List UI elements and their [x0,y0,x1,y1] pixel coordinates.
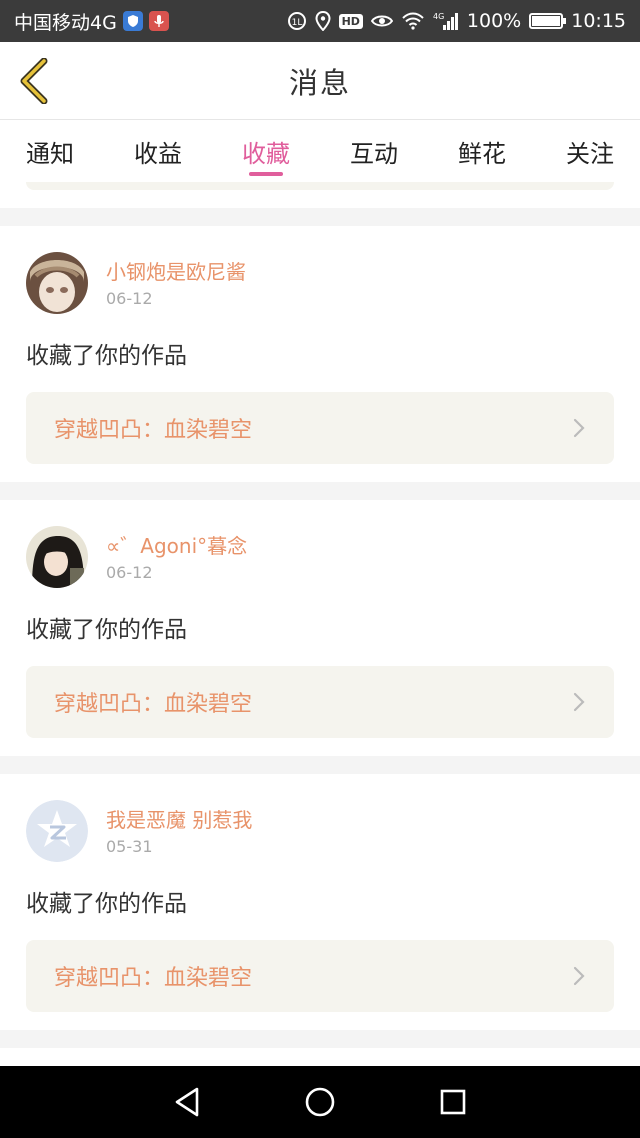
battery-percent: 100% [466,10,522,32]
username[interactable]: 小钢炮是欧尼酱 [106,259,246,285]
chevron-right-icon [573,966,585,986]
nav-recents-button[interactable] [433,1082,473,1122]
hd-voice-icon: HD [338,13,363,29]
work-title: 穿越凹凸：血染碧空 [54,692,253,717]
square-recents-icon [441,1089,466,1115]
svg-text:1L: 1L [291,18,302,28]
microphone-icon [148,11,169,31]
nav-back-button[interactable] [167,1082,207,1122]
tab-label: 通知 [26,140,74,168]
tab-follows[interactable]: 关注 [566,120,614,182]
tab-label: 收藏 [242,140,290,168]
back-button[interactable] [16,57,52,105]
chevron-right-icon [573,692,585,712]
system-nav-bar [0,1066,640,1138]
qq-default-avatar [26,800,88,862]
list-item: @ [0,1048,640,1066]
message-text: 收藏了你的作品 [26,343,187,369]
tab-flowers[interactable]: 鲜花 [458,120,506,182]
list-item: 小钢炮是欧尼酱 06-12 收藏了你的作品 穿越凹凸：血染碧空 [0,226,640,482]
status-bar: 中国移动4G 1L HD 4G 100% 10:15 [0,0,640,42]
app-header: 消息 [0,42,640,120]
network-type-label: 4G [433,12,444,21]
shield-icon [122,11,143,31]
battery-level [532,16,561,26]
battery-icon [529,13,567,29]
work-link[interactable]: 穿越凹凸：血染碧空 [26,392,614,464]
avatar[interactable] [26,252,88,314]
username[interactable]: 我是恶魔 别惹我 [106,807,252,833]
work-link[interactable]: 穿越凹凸：血染碧空 [26,666,614,738]
avatar[interactable] [26,800,88,862]
message-date: 06-12 [106,288,153,308]
previous-work-link-tail [26,182,614,190]
active-tab-indicator [249,172,283,176]
nav-home-button[interactable] [300,1082,340,1122]
message-text: 收藏了你的作品 [26,617,187,643]
message-date: 06-12 [106,562,153,582]
message-text: 收藏了你的作品 [26,891,187,917]
chevron-left-icon [20,57,48,105]
tab-bar: 通知 收益 收藏 互动 鲜花 关注 [0,120,640,182]
tab-favorites[interactable]: 收藏 [242,120,290,182]
location-icon [315,11,331,31]
page-title: 消息 [288,65,351,100]
tab-label: 收益 [134,140,182,168]
eye-comfort-icon [370,13,393,29]
girl-avatar [26,526,88,588]
previous-card-tail [0,182,640,208]
doll-avatar [26,252,88,314]
tab-label: 鲜花 [458,140,506,168]
message-date: 05-31 [106,836,153,856]
carrier-label: 中国移动4G [14,11,117,34]
data-saver-icon: 1L [287,11,307,31]
tab-label: 关注 [566,140,614,168]
signal-4g-icon: 4G [433,11,459,31]
tab-label: 互动 [350,140,398,168]
work-link[interactable]: 穿越凹凸：血染碧空 [26,940,614,1012]
avatar[interactable] [26,526,88,588]
list-item: 我是恶魔 别惹我 05-31 收藏了你的作品 穿越凹凸：血染碧空 [0,774,640,1030]
chevron-right-icon [573,418,585,438]
message-list[interactable]: 小钢炮是欧尼酱 06-12 收藏了你的作品 穿越凹凸：血染碧空 ∝゛Agoni°… [0,182,640,1066]
clock: 10:15 [571,10,626,32]
circle-home-icon [305,1087,335,1117]
wifi-icon [401,12,425,30]
username[interactable]: ∝゛Agoni°暮念 [106,533,247,559]
tab-interactions[interactable]: 互动 [350,120,398,182]
work-title: 穿越凹凸：血染碧空 [54,418,253,443]
tab-notifications[interactable]: 通知 [26,120,74,182]
list-item: ∝゛Agoni°暮念 06-12 收藏了你的作品 穿越凹凸：血染碧空 [0,500,640,756]
tab-earnings[interactable]: 收益 [134,120,182,182]
work-title: 穿越凹凸：血染碧空 [54,966,253,991]
triangle-back-icon [175,1087,198,1117]
